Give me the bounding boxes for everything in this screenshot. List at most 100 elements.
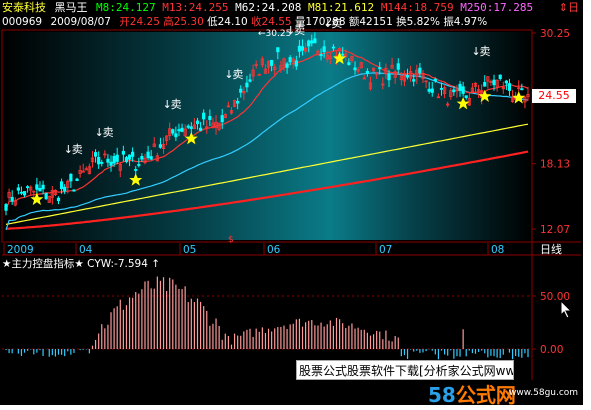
candle-body xyxy=(97,157,101,165)
candle-body xyxy=(109,161,113,166)
candle-body xyxy=(26,186,30,189)
sub-indicator-title[interactable]: ★主力控盘指标★ xyxy=(2,258,84,270)
stock-chart-window: 安泰科技 黑马王 M8:24.127 M13:24.255 M62:24.208… xyxy=(0,0,583,405)
candle-body xyxy=(412,79,416,82)
date-label-2009: 2009 xyxy=(7,244,34,256)
candle-body xyxy=(56,197,61,202)
candle-body xyxy=(220,115,224,123)
sub-panel-header: ★主力控盘指标★ CYW:-7.594 ↑ xyxy=(2,257,160,271)
candle-body xyxy=(100,161,104,164)
candle-body xyxy=(93,152,98,157)
cyw-bars xyxy=(5,276,529,360)
candle-body xyxy=(313,38,317,44)
candle-body xyxy=(288,57,292,63)
sell-label: 卖 xyxy=(232,68,243,81)
up-arrow-icon: ↑ xyxy=(151,258,161,270)
candle-body xyxy=(186,125,190,128)
candle-body xyxy=(198,127,203,131)
candle-body xyxy=(16,187,20,191)
candle-body xyxy=(44,192,48,200)
logo-text: 公式网 xyxy=(455,383,516,407)
candle-body xyxy=(115,154,119,162)
candle-body xyxy=(300,46,305,51)
candle-body xyxy=(504,80,508,84)
candle-body xyxy=(239,88,243,93)
sell-label: 卖 xyxy=(479,45,490,58)
candle-body xyxy=(307,40,311,47)
candle-body xyxy=(4,204,8,211)
candle-body xyxy=(63,186,67,192)
candle-body xyxy=(461,86,465,94)
candle-body xyxy=(310,40,314,44)
candle-body xyxy=(195,120,200,125)
sell-label: 卖 xyxy=(294,24,305,37)
site-logo: 58公式网 xyxy=(428,384,516,406)
candle-body xyxy=(35,184,39,190)
candle-body xyxy=(202,112,206,120)
candle-body xyxy=(134,169,138,171)
candle-body xyxy=(322,46,326,53)
candle-body xyxy=(38,188,42,192)
candle-body xyxy=(146,151,150,159)
candle-body xyxy=(365,70,369,74)
candle-body xyxy=(483,82,487,87)
candle-body xyxy=(127,154,132,160)
candle-body xyxy=(72,189,76,192)
candle-body xyxy=(171,129,175,134)
candle-body xyxy=(433,78,437,82)
candle-body xyxy=(439,87,444,90)
candle-body xyxy=(458,83,462,91)
cyw-value: CYW:-7.594 xyxy=(87,258,148,270)
split-marker-icon: $ xyxy=(228,235,234,245)
candle-body xyxy=(189,126,193,129)
candle-body xyxy=(245,82,249,88)
date-label-04: 04 xyxy=(79,244,93,256)
candle-body xyxy=(341,53,345,56)
candle-body xyxy=(112,155,116,164)
candle-body xyxy=(492,79,496,86)
candle-body xyxy=(498,74,502,79)
candle-body xyxy=(137,164,141,166)
candle-body xyxy=(75,178,79,181)
sell-label: 卖 xyxy=(103,126,114,139)
current-price-badge: 24.55 xyxy=(532,89,576,103)
candle-body xyxy=(59,181,64,190)
candle-body xyxy=(430,88,434,93)
candle-body xyxy=(69,173,73,182)
candle-body xyxy=(248,79,252,82)
candle-body xyxy=(347,62,351,65)
sub-label-0.00: 0.00 xyxy=(540,344,563,356)
date-label-08: 08 xyxy=(491,244,504,256)
candle-body xyxy=(276,47,280,53)
candle-body xyxy=(10,196,14,202)
candle-body xyxy=(396,63,400,70)
date-label-06: 06 xyxy=(267,244,281,256)
candle-body xyxy=(520,88,524,91)
price-label-12.07: 12.07 xyxy=(540,224,570,236)
sell-label: 卖 xyxy=(331,17,342,30)
candle-body xyxy=(158,144,163,148)
sell-label: 卖 xyxy=(72,143,83,156)
candle-body xyxy=(270,59,274,66)
candle-body xyxy=(331,46,336,49)
candle-body xyxy=(507,83,512,91)
candle-body xyxy=(149,156,153,160)
sub-panel-grid: 50.000.00 xyxy=(2,291,570,356)
candle-body xyxy=(378,67,382,70)
candle-body xyxy=(319,54,323,57)
candle-body xyxy=(208,115,212,120)
price-chart[interactable]: 2009 04 05 06 07 08 日线$ 30.2518.1312.07←30.25 … xyxy=(0,0,583,405)
candle-body xyxy=(405,75,410,78)
date-label-05: 05 xyxy=(183,244,196,256)
candle-body xyxy=(131,151,135,157)
candle-body xyxy=(124,157,129,162)
candle-body xyxy=(285,63,289,68)
candle-body xyxy=(180,127,184,132)
candle-body xyxy=(140,156,144,160)
watermark-banner: 股票公式股票软件下载[分析家公式网www.88gs.com] xyxy=(296,360,514,380)
price-label-18.13: 18.13 xyxy=(540,159,570,171)
candle-body xyxy=(106,158,110,163)
candle-body xyxy=(121,150,125,155)
site-url: www.58gu.com xyxy=(509,388,579,398)
candle-body xyxy=(174,133,178,138)
